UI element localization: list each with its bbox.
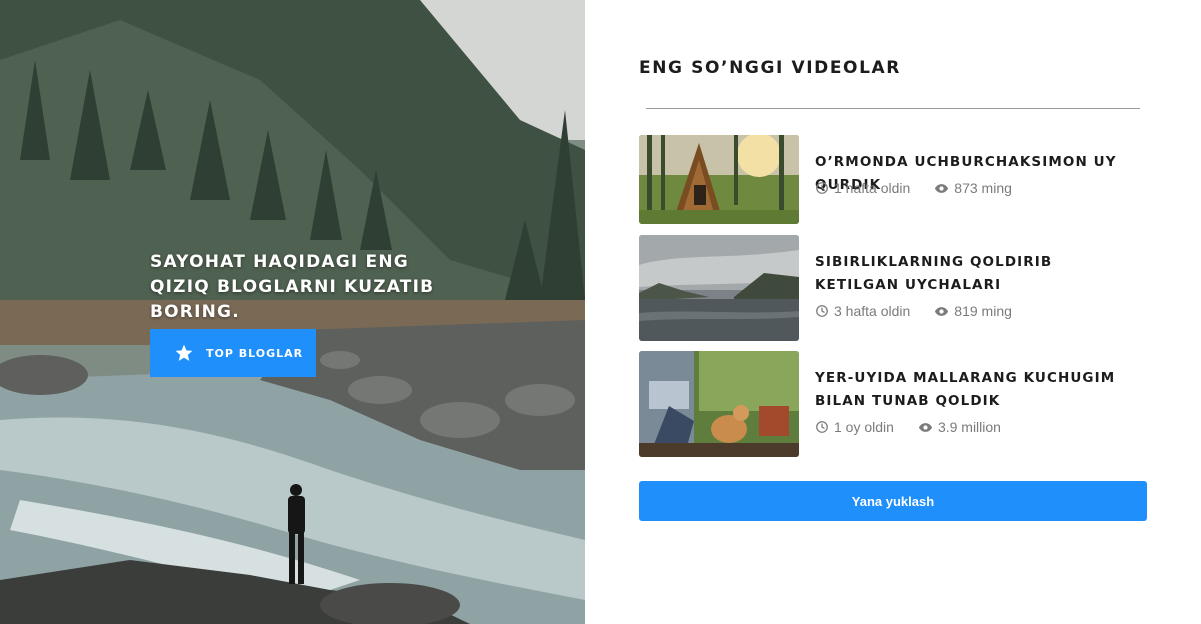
video-time-text: 1 hafta oldin: [834, 180, 911, 196]
video-title[interactable]: YER-UYIDA MALLARANG KUCHUGIM BILAN TUNAB…: [815, 367, 1135, 413]
top-blogs-button-label: TOP BLOGLAR: [206, 346, 304, 360]
video-time-text: 3 hafta oldin: [834, 303, 911, 319]
video-time: 1 hafta oldin: [815, 180, 910, 196]
clock-icon: [816, 421, 828, 433]
video-time-text: 1 oy oldin: [834, 419, 894, 435]
video-views: 819 ming: [934, 303, 1012, 319]
video-thumbnail[interactable]: [639, 351, 799, 457]
clock-icon: [816, 305, 828, 317]
hero-banner: SAYOHAT HAQIDAGI ENG QIZIQ BLOGLARNI KUZ…: [0, 0, 585, 624]
video-views-text: 819 ming: [954, 303, 1012, 319]
eye-icon: [935, 183, 949, 193]
eye-icon: [918, 422, 932, 432]
video-meta: 1 oy oldin 3.9 million: [815, 419, 1025, 435]
top-blogs-button[interactable]: TOP BLOGLAR: [150, 329, 316, 377]
video-meta: 3 hafta oldin 819 ming: [815, 303, 1036, 319]
section-title: ENG SO’NGGI VIDEOLAR: [639, 58, 901, 78]
star-icon: [174, 343, 194, 363]
video-thumbnail[interactable]: [639, 235, 799, 341]
hero-headline: SAYOHAT HAQIDAGI ENG QIZIQ BLOGLARNI KUZ…: [150, 252, 435, 322]
load-more-button[interactable]: Yana yuklash: [639, 481, 1147, 521]
video-time: 1 oy oldin: [815, 419, 894, 435]
video-thumbnail[interactable]: [639, 135, 799, 224]
clock-icon: [816, 182, 828, 194]
video-time: 3 hafta oldin: [815, 303, 910, 319]
video-views-text: 873 ming: [954, 180, 1012, 196]
video-views: 873 ming: [934, 180, 1012, 196]
video-views: 3.9 million: [918, 419, 1001, 435]
section-divider: [646, 108, 1140, 109]
video-title[interactable]: SIBIRLIKLARNING QOLDIRIB KETILGAN UYCHAL…: [815, 251, 1135, 297]
video-meta: 1 hafta oldin 873 ming: [815, 180, 1036, 196]
video-views-text: 3.9 million: [937, 419, 1001, 435]
eye-icon: [935, 306, 949, 316]
